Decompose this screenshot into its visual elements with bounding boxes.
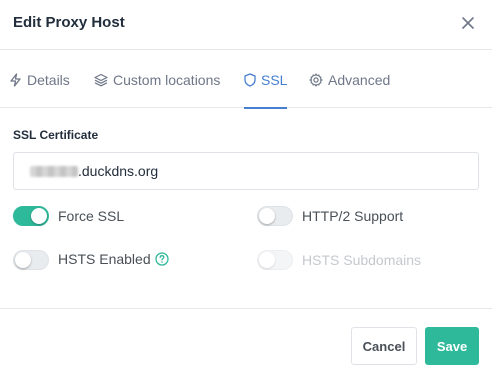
switch-knob [259, 208, 275, 224]
close-icon[interactable] [459, 14, 477, 32]
tab-bar: Details Custom locations SSL Advanced [0, 51, 492, 109]
hsts-subdomains-label: HSTS Subdomains [302, 252, 422, 268]
ssl-certificate-select[interactable]: .duckdns.org [13, 152, 479, 190]
force-ssl-label: Force SSL [58, 208, 125, 224]
ssl-certificate-value: .duckdns.org [78, 163, 159, 179]
help-circle-icon[interactable] [154, 252, 169, 269]
http2-support-toggle[interactable]: HTTP/2 Support [257, 206, 403, 226]
http2-support-label: HTTP/2 Support [302, 208, 404, 224]
hsts-enabled-label: HSTS Enabled [58, 251, 169, 269]
cancel-button[interactable]: Cancel [351, 327, 417, 365]
modal-title: Edit Proxy Host [13, 14, 125, 31]
shield-icon [244, 72, 256, 87]
ssl-certificate-label: SSL Certificate [13, 128, 99, 142]
tab-ssl-label: SSL [261, 71, 288, 88]
http2-support-switch[interactable] [257, 206, 293, 226]
modal-header: Edit Proxy Host [0, 0, 492, 50]
redacted-subdomain [30, 166, 78, 177]
hsts-subdomains-toggle: HSTS Subdomains [257, 250, 421, 270]
layers-icon [94, 73, 108, 87]
save-button[interactable]: Save [425, 327, 479, 365]
hsts-enabled-text: HSTS Enabled [58, 251, 151, 267]
edit-proxy-host-modal: Edit Proxy Host Details Custom locations… [0, 0, 492, 377]
tab-advanced[interactable]: Advanced [309, 51, 390, 108]
tab-custom-locations[interactable]: Custom locations [94, 51, 220, 108]
tab-details-label: Details [27, 71, 70, 88]
lightning-icon [9, 72, 22, 87]
switch-knob [31, 208, 47, 224]
hsts-subdomains-switch [257, 250, 293, 270]
hsts-enabled-toggle[interactable]: HSTS Enabled [13, 250, 169, 270]
hsts-enabled-switch[interactable] [13, 250, 49, 270]
tab-custom-locations-label: Custom locations [113, 71, 221, 88]
force-ssl-toggle[interactable]: Force SSL [13, 206, 124, 226]
switch-knob [15, 252, 31, 268]
modal-footer: Cancel Save [0, 308, 492, 377]
gear-icon [309, 72, 323, 87]
force-ssl-switch[interactable] [13, 206, 49, 226]
tab-ssl[interactable]: SSL [244, 51, 288, 109]
tab-advanced-label: Advanced [328, 71, 391, 88]
switch-knob [259, 252, 275, 268]
tab-details[interactable]: Details [9, 51, 70, 108]
